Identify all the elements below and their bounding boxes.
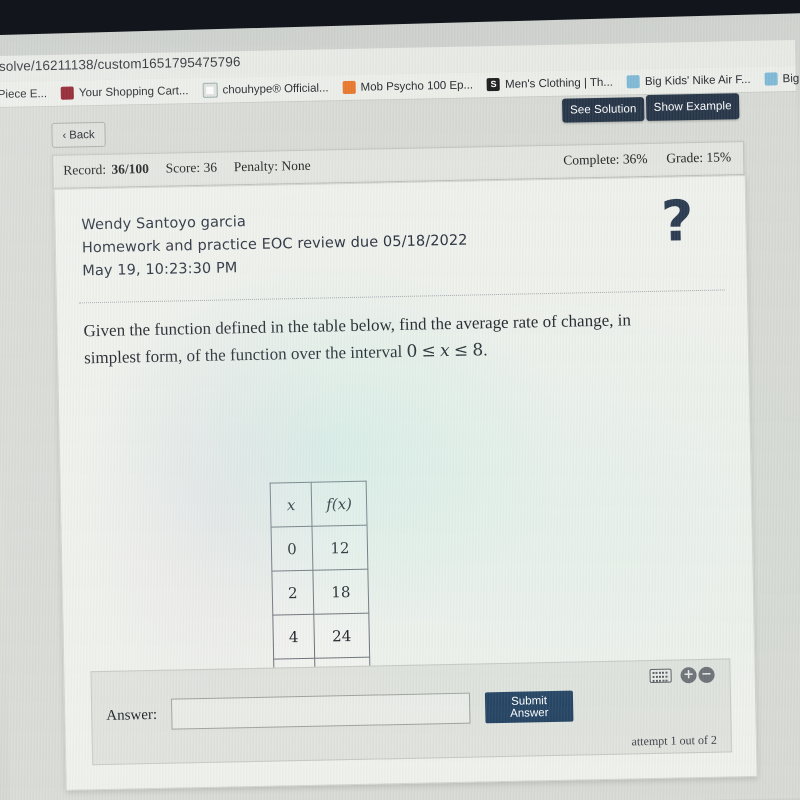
record-stats-right: Complete: 36% Grade: 15% (563, 149, 731, 168)
bookmark-label: Mob Psycho 100 Ep... (360, 78, 474, 94)
record-value: 36/100 (111, 160, 150, 177)
photo-of-screen: t/solve/16211138/custom1651795475796 Pie… (0, 0, 800, 800)
see-solution-button[interactable]: See Solution (561, 97, 645, 123)
bookmark-label: Men's Clothing | Th... (504, 76, 614, 91)
zoom-in-button[interactable]: + (680, 667, 697, 684)
chouhype-favicon-icon: ▦ (202, 82, 218, 98)
complete-label: Complete: (563, 151, 620, 168)
zoom-out-button[interactable]: − (698, 666, 715, 684)
bookmark-item-nike-air-force[interactable]: Big Kids' Nike Air F... (626, 73, 751, 89)
bookmark-item-mob-psycho[interactable]: Mob Psycho 100 Ep... (342, 78, 474, 95)
question-line-2-suffix: . (483, 340, 488, 360)
submit-answer-button[interactable]: Submit Answer (484, 690, 574, 724)
crunchyroll-favicon-icon (342, 80, 356, 95)
bookmark-label: Big Kids' Nike Air M... (782, 71, 800, 85)
grade-label: Grade: (666, 149, 704, 166)
table-row: 0 12 (271, 525, 368, 572)
table-cell-fx: 24 (313, 613, 370, 659)
table-header-x: x (270, 482, 313, 528)
table-cell-x: 4 (272, 614, 315, 660)
answer-input[interactable] (170, 692, 471, 730)
nike-favicon-icon (764, 72, 778, 86)
bookmark-item-one-piece[interactable]: Piece E... (0, 87, 47, 101)
bookmark-label: Your Shopping Cart... (78, 84, 189, 99)
complete-value: 36% (622, 150, 648, 167)
record-label: Record: (63, 161, 107, 178)
bookmark-item-shopping-cart[interactable]: Your Shopping Cart... (60, 84, 189, 100)
table-header-row: x f(x) (270, 481, 368, 528)
interval-relation-2: ≤ (453, 340, 469, 361)
show-example-label: Show Example (653, 100, 732, 114)
attempt-counter: attempt 1 out of 2 (631, 732, 718, 749)
question-card: Wendy Santoyo garcia Homework and practi… (53, 175, 758, 791)
interval-variable: x (439, 340, 450, 362)
table-cell-x: 2 (271, 570, 314, 616)
bookmark-label: Piece E... (0, 87, 48, 101)
question-line-2-prefix: simplest form, of the function over the … (83, 341, 407, 368)
table-row: 2 18 (271, 569, 369, 616)
back-button[interactable]: ‹ Back (51, 121, 106, 148)
bookmark-item-nike-air-max[interactable]: Big Kids' Nike Air M... (764, 70, 800, 86)
header-divider (78, 289, 725, 304)
question-text: Given the function defined in the table … (83, 305, 709, 373)
table-cell-fx: 18 (312, 569, 369, 615)
see-solution-label: See Solution (569, 103, 637, 117)
answer-panel: Answer: Submit Answer + − attempt 1 out … (90, 658, 733, 766)
keyboard-icon[interactable] (649, 668, 672, 684)
score-label: Score: (165, 159, 201, 176)
penalty-value: None (281, 157, 311, 174)
bookmark-label: Big Kids' Nike Air F... (644, 73, 751, 88)
nike-favicon-icon (626, 75, 641, 89)
score-value: 36 (203, 159, 218, 175)
table-header-fx: f(x) (311, 481, 368, 527)
back-button-label: Back (69, 128, 95, 142)
assignment-header: Wendy Santoyo garcia Homework and practi… (81, 207, 468, 284)
s-favicon-icon: S (486, 77, 501, 92)
interval-relation-1: ≤ (421, 341, 437, 362)
help-question-mark-icon[interactable]: ? (660, 189, 694, 255)
penalty-label: Penalty: (233, 158, 279, 175)
table-cell-fx: 12 (312, 525, 368, 571)
cart-favicon-icon (60, 86, 75, 100)
app-content-area: ‹ Back See Solution Show Example Record:… (0, 91, 800, 800)
address-bar-url[interactable]: t/solve/16211138/custom1651795475796 (0, 54, 241, 74)
bookmark-label: chouhype® Official... (222, 81, 329, 96)
bookmark-item-mens-clothing[interactable]: S Men's Clothing | Th... (486, 76, 614, 92)
bookmark-item-chouhype[interactable]: ▦ chouhype® Official... (202, 80, 329, 98)
interval-lower-bound: 0 (406, 341, 418, 362)
record-stats-left: Record: 36/100 Score: 36 Penalty: None (63, 158, 311, 179)
browser-window: t/solve/16211138/custom1651795475796 Pie… (0, 0, 800, 800)
table-cell-x: 0 (271, 526, 313, 572)
interval-upper-bound: 8 (472, 340, 484, 361)
question-line-1: Given the function defined in the table … (83, 310, 632, 341)
grade-value: 15% (706, 149, 732, 165)
answer-label: Answer: (106, 706, 158, 724)
table-row: 4 24 (272, 613, 370, 660)
show-example-button[interactable]: Show Example (645, 93, 740, 121)
chevron-left-icon: ‹ (62, 129, 67, 142)
